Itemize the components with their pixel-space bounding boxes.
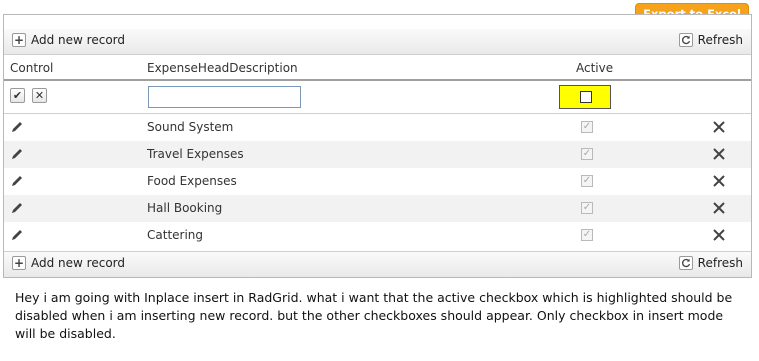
cancel-button[interactable]: ✕ [32,88,47,103]
add-new-record-label: Add new record [31,256,125,270]
cancel-icon: ✕ [34,89,45,102]
rad-grid: + Add new record Refresh Control Expense… [3,14,752,278]
pencil-icon[interactable] [10,174,24,188]
add-new-record-button[interactable]: + Add new record [12,256,125,270]
insert-row: ✔ ✕ [4,81,751,114]
grid-header: Control ExpenseHeadDescription Active [4,55,751,81]
update-button[interactable]: ✔ [10,88,25,103]
active-checkbox-disabled: ✓ [581,175,593,187]
plus-icon: + [12,256,26,270]
refresh-icon [678,33,693,47]
table-row: Cattering ✓ [4,222,751,249]
table-row: Hall Booking ✓ [4,195,751,222]
row-description: Food Expenses [147,174,237,188]
close-icon[interactable] [712,201,726,215]
command-bar-bottom: + Add new record Refresh [4,251,751,277]
add-new-record-label: Add new record [31,33,125,47]
refresh-label: Refresh [697,256,743,270]
refresh-icon [678,256,693,270]
active-checkbox-disabled: ✓ [581,148,593,160]
check-icon: ✔ [12,89,23,102]
active-checkbox-disabled: ✓ [581,202,593,214]
close-icon[interactable] [712,174,726,188]
row-description: Hall Booking [147,201,223,215]
table-row: Travel Expenses ✓ [4,141,751,168]
row-description: Sound System [147,120,234,134]
pencil-icon[interactable] [10,120,24,134]
row-description: Cattering [147,228,204,242]
column-header-control: Control [10,61,54,75]
column-header-expense-head-description[interactable]: ExpenseHeadDescription [147,61,298,75]
refresh-label: Refresh [697,33,743,47]
table-row: Sound System ✓ [4,114,751,141]
table-row: Food Expenses ✓ [4,168,751,195]
pencil-icon[interactable] [10,201,24,215]
column-header-active[interactable]: Active [576,61,613,75]
command-bar-top: + Add new record Refresh [4,29,751,55]
expense-description-input[interactable] [148,86,301,108]
active-checkbox-disabled: ✓ [581,121,593,133]
close-icon[interactable] [712,120,726,134]
add-new-record-button[interactable]: + Add new record [12,33,125,47]
active-checkbox-highlight [559,85,611,109]
active-checkbox-disabled: ✓ [581,229,593,241]
refresh-button[interactable]: Refresh [678,256,743,270]
row-description: Travel Expenses [147,147,244,161]
pencil-icon[interactable] [10,228,24,242]
active-checkbox-insert[interactable] [580,91,592,103]
question-text: Hey i am going with Inplace insert in Ra… [15,290,733,341]
refresh-button[interactable]: Refresh [678,33,743,47]
pencil-icon[interactable] [10,147,24,161]
plus-icon: + [12,33,26,47]
close-icon[interactable] [712,228,726,242]
close-icon[interactable] [712,147,726,161]
